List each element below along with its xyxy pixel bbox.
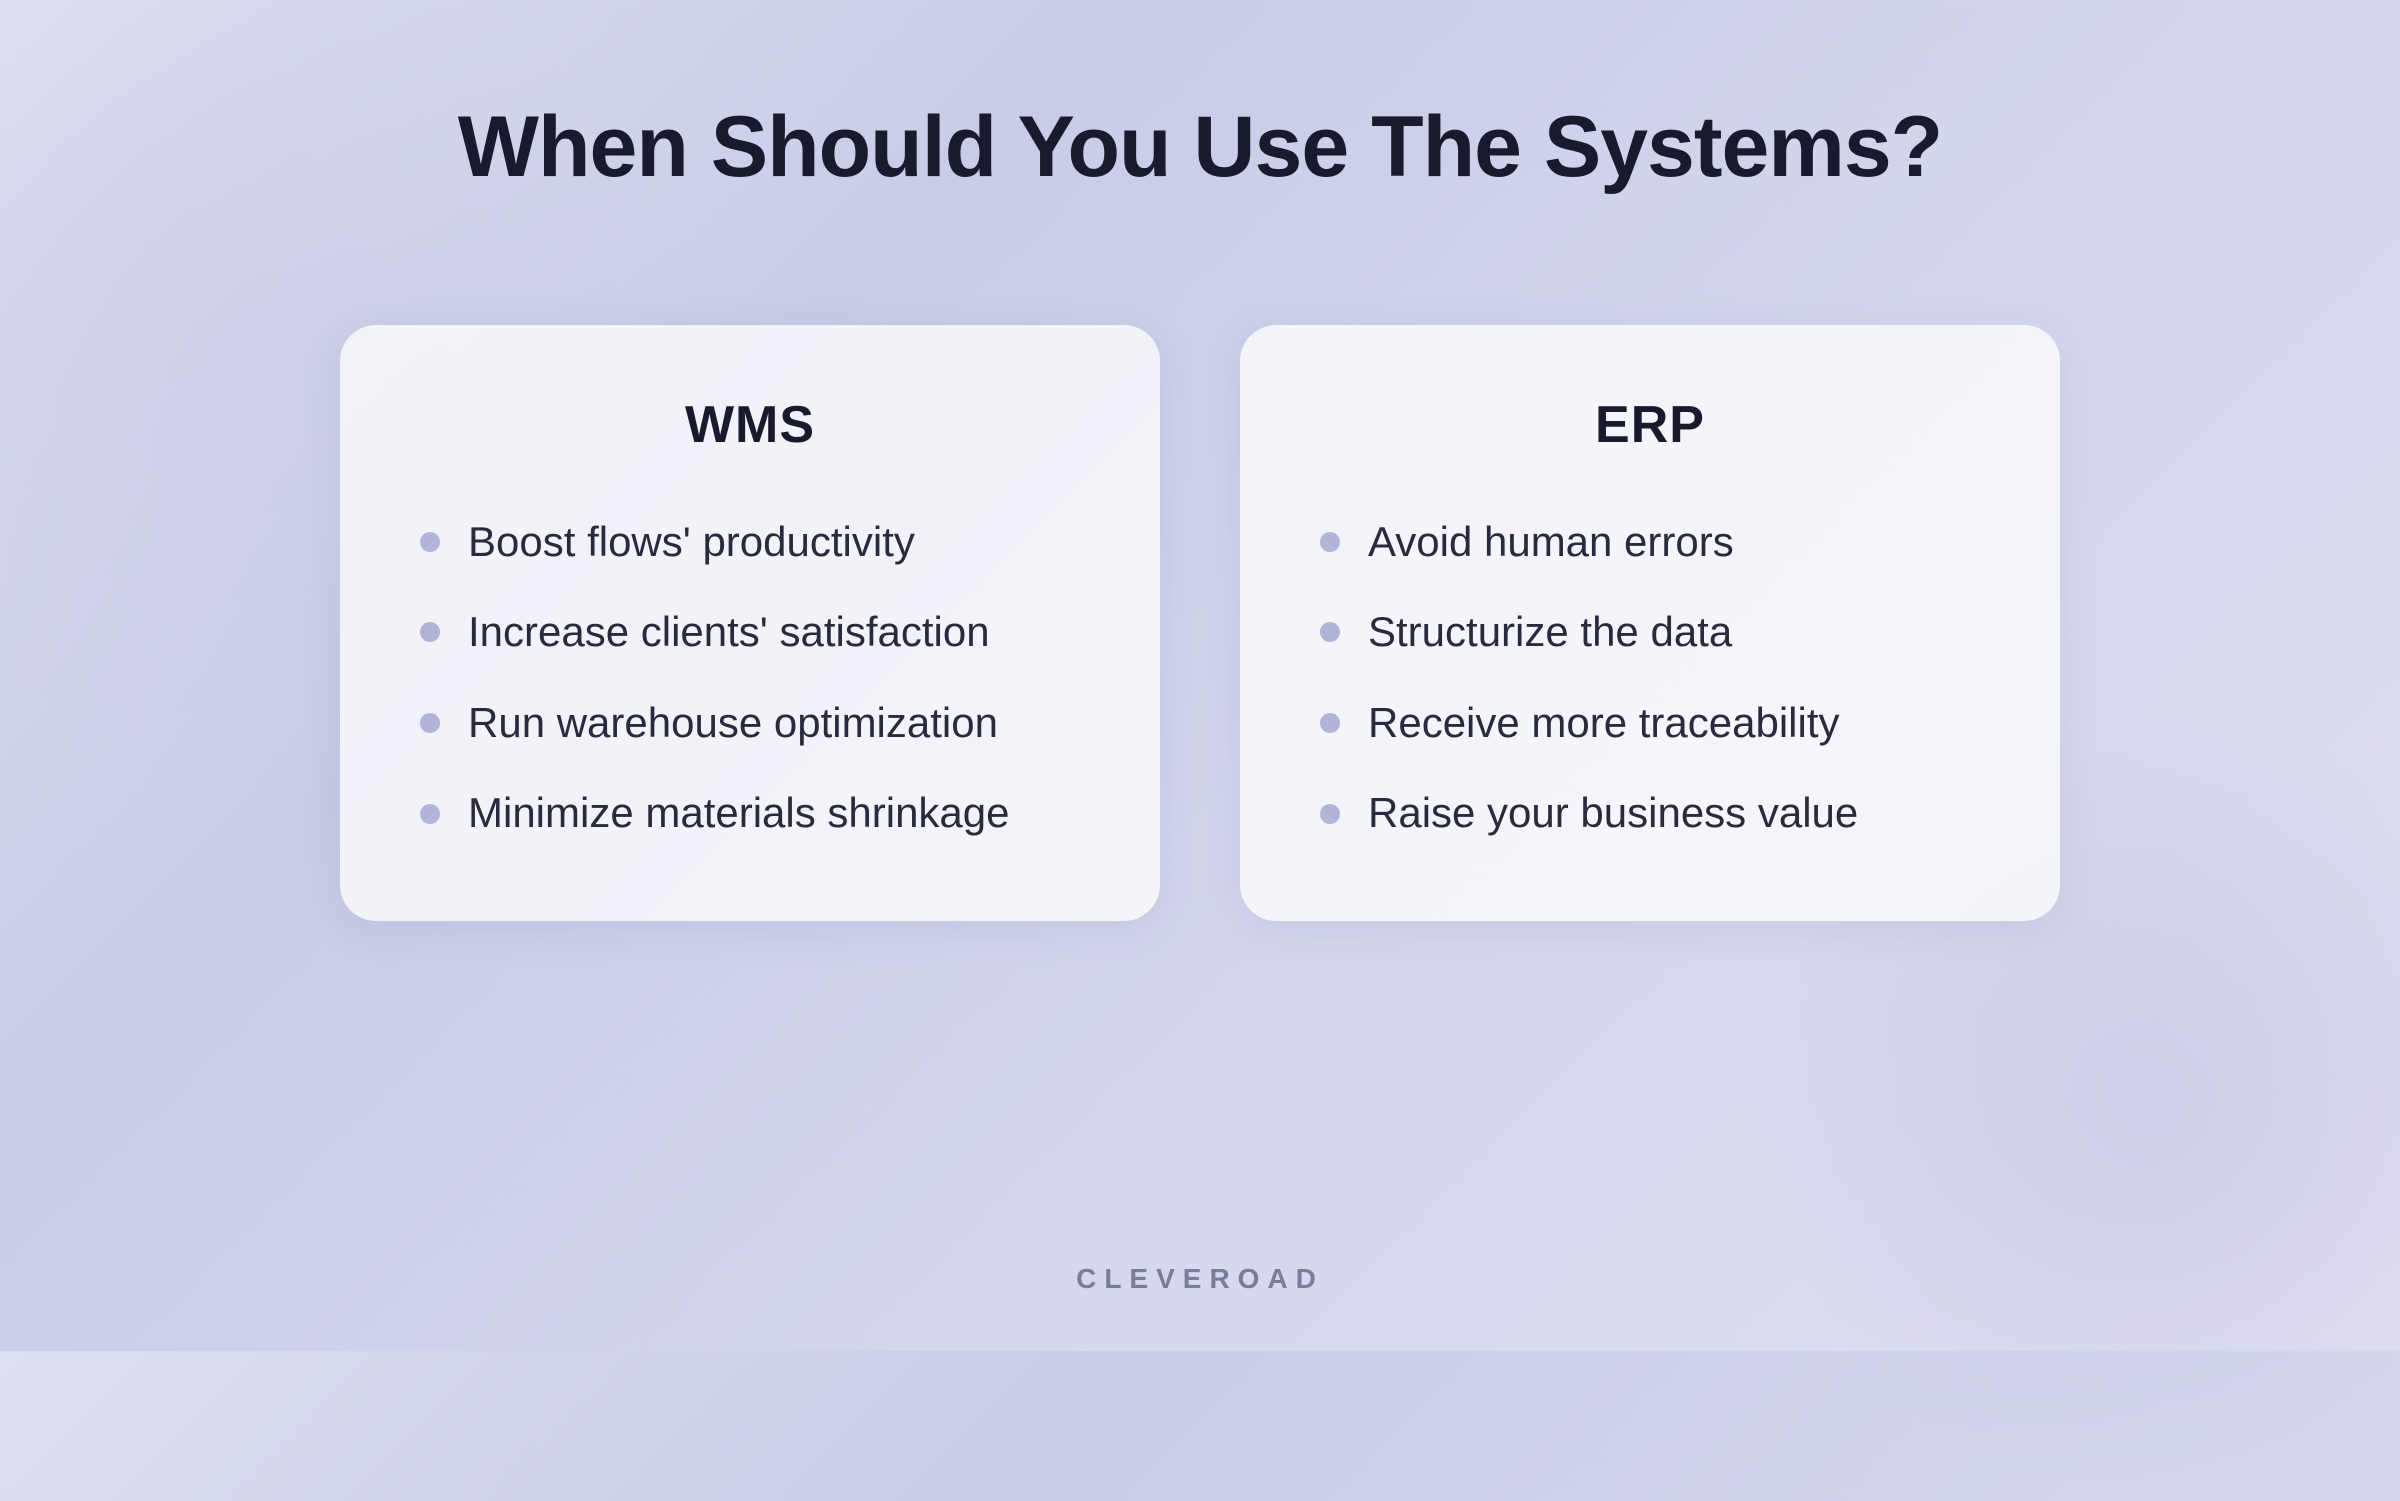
erp-item-1: Avoid human errors <box>1368 515 1734 570</box>
list-item: Increase clients' satisfaction <box>420 605 1080 660</box>
bullet-icon <box>420 622 440 642</box>
list-item: Avoid human errors <box>1320 515 1980 570</box>
erp-card: ERP Avoid human errors Structurize the d… <box>1240 325 2060 921</box>
cards-container: WMS Boost flows' productivity Increase c… <box>340 325 2060 921</box>
erp-item-4: Raise your business value <box>1368 786 1858 841</box>
bullet-icon <box>420 804 440 824</box>
wms-card-list: Boost flows' productivity Increase clien… <box>420 515 1080 841</box>
wms-item-3: Run warehouse optimization <box>468 696 998 751</box>
list-item: Structurize the data <box>1320 605 1980 660</box>
bullet-icon <box>1320 622 1340 642</box>
list-item: Run warehouse optimization <box>420 696 1080 751</box>
bullet-icon <box>420 532 440 552</box>
brand-footer: CLEVEROAD <box>1076 1263 1324 1295</box>
wms-item-2: Increase clients' satisfaction <box>468 605 990 660</box>
bullet-icon <box>1320 713 1340 733</box>
erp-card-title: ERP <box>1320 395 1980 455</box>
list-item: Boost flows' productivity <box>420 515 1080 570</box>
list-item: Minimize materials shrinkage <box>420 786 1080 841</box>
list-item: Raise your business value <box>1320 786 1980 841</box>
bullet-icon <box>1320 532 1340 552</box>
wms-card: WMS Boost flows' productivity Increase c… <box>340 325 1160 921</box>
wms-item-4: Minimize materials shrinkage <box>468 786 1010 841</box>
list-item: Receive more traceability <box>1320 696 1980 751</box>
bullet-icon <box>1320 804 1340 824</box>
erp-card-list: Avoid human errors Structurize the data … <box>1320 515 1980 841</box>
erp-item-3: Receive more traceability <box>1368 696 1840 751</box>
wms-item-1: Boost flows' productivity <box>468 515 915 570</box>
bullet-icon <box>420 713 440 733</box>
page-title: When Should You Use The Systems? <box>458 100 1942 195</box>
wms-card-title: WMS <box>420 395 1080 455</box>
erp-item-2: Structurize the data <box>1368 605 1732 660</box>
